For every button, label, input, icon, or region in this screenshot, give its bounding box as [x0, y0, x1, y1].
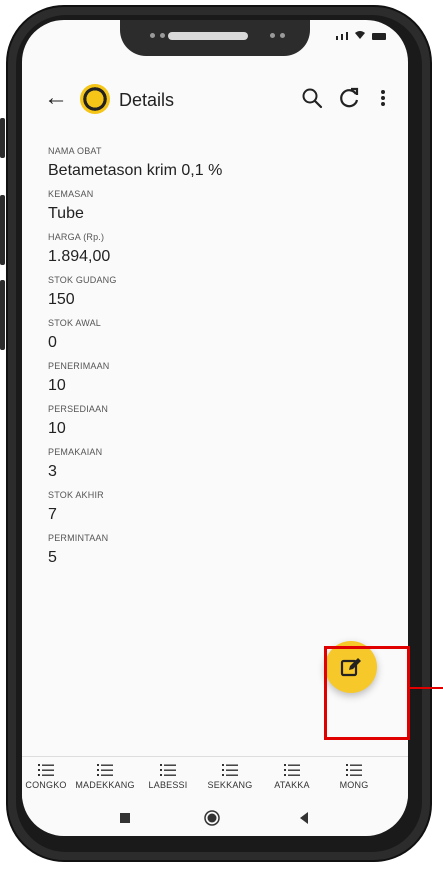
nav-item-congko[interactable]: CONGKO — [22, 763, 78, 790]
detail-field: PENERIMAAN 10 — [48, 361, 388, 404]
nav-label: ATAKKA — [274, 780, 310, 790]
signal-icon — [336, 36, 338, 40]
search-icon[interactable] — [300, 86, 324, 110]
nav-label: SEKKANG — [207, 780, 253, 790]
battery-icon — [372, 33, 386, 40]
nav-label: LABESSI — [148, 780, 188, 790]
field-value: 1.894,00 — [48, 248, 111, 265]
field-value: 10 — [48, 377, 66, 394]
field-label: STOK AWAL — [48, 318, 101, 328]
field-label: STOK AKHIR — [48, 490, 104, 500]
arrow-left-icon[interactable]: ← — [44, 84, 68, 112]
detail-field: PERMINTAAN 5 — [48, 533, 388, 576]
status-bar — [336, 30, 386, 40]
notch-dot — [160, 33, 165, 38]
nav-label: MADEKKANG — [75, 780, 135, 790]
speaker — [168, 32, 248, 40]
side-button — [0, 195, 5, 265]
field-value: 10 — [48, 420, 66, 437]
field-label: KEMASAN — [48, 189, 94, 199]
nav-item-labessi[interactable]: LABESSI — [136, 763, 200, 790]
field-label: PERMINTAAN — [48, 533, 109, 543]
detail-field: STOK AWAL 0 — [48, 318, 388, 361]
nav-label: MONG — [339, 780, 369, 790]
bottom-navigation: CONGKO MADEKKANG LABESSI SEKKANG ATAKKA … — [22, 756, 408, 801]
field-label: PERSEDIAAN — [48, 404, 109, 414]
notch — [120, 20, 310, 56]
field-value: 150 — [48, 291, 75, 308]
detail-field: STOK GUDANG 150 — [48, 275, 388, 318]
detail-field: KEMASAN Tube — [48, 189, 388, 232]
detail-field: STOK AKHIR 7 — [48, 490, 388, 533]
more-vertical-icon[interactable] — [378, 86, 388, 110]
field-label: STOK GUDANG — [48, 275, 117, 285]
highlight-box — [324, 646, 410, 740]
notch-dot — [270, 33, 275, 38]
field-value: Tube — [48, 205, 84, 222]
list-icon — [284, 764, 300, 776]
nav-item-atakka[interactable]: ATAKKA — [260, 763, 324, 790]
wifi-icon — [355, 31, 365, 39]
list-icon — [160, 764, 176, 776]
list-icon — [222, 764, 238, 776]
circle-icon[interactable] — [204, 810, 220, 826]
field-label: PENERIMAAN — [48, 361, 110, 371]
detail-field: NAMA OBAT Betametason krim 0,1 % — [48, 146, 388, 189]
field-label: PEMAKAIAN — [48, 447, 103, 457]
notch-dot — [280, 33, 285, 38]
field-label: NAMA OBAT — [48, 146, 102, 156]
list-icon — [346, 764, 362, 776]
field-label: HARGA (Rp.) — [48, 232, 105, 242]
highlight-pointer-line — [409, 687, 443, 689]
field-value: Betametason krim 0,1 % — [48, 162, 223, 179]
detail-field: HARGA (Rp.) 1.894,00 — [48, 232, 388, 275]
nav-item-mong[interactable]: MONG — [322, 763, 386, 790]
list-icon — [97, 764, 113, 776]
field-value: 7 — [48, 506, 57, 523]
side-button — [0, 118, 5, 158]
back-triangle-icon[interactable] — [298, 811, 310, 825]
square-icon[interactable] — [119, 812, 131, 824]
page-title: Details — [119, 90, 175, 110]
detail-field: PEMAKAIAN 3 — [48, 447, 388, 490]
nav-item-sekkang[interactable]: SEKKANG — [198, 763, 262, 790]
details-list: NAMA OBAT Betametason krim 0,1 % KEMASAN… — [48, 146, 388, 576]
app-bar: ← Details — [22, 78, 408, 122]
refresh-icon[interactable] — [337, 86, 361, 110]
detail-field: PERSEDIAAN 10 — [48, 404, 388, 447]
notch-dot — [150, 33, 155, 38]
side-button — [0, 280, 5, 350]
nav-label: CONGKO — [25, 780, 67, 790]
signal-icon — [346, 32, 348, 40]
system-navigation-bar — [22, 802, 408, 836]
list-icon — [38, 764, 54, 776]
field-value: 3 — [48, 463, 57, 480]
field-value: 0 — [48, 334, 57, 351]
field-value: 5 — [48, 549, 57, 566]
signal-icon — [341, 34, 343, 40]
app-logo — [80, 84, 110, 114]
nav-item-madekkang[interactable]: MADEKKANG — [73, 763, 137, 790]
